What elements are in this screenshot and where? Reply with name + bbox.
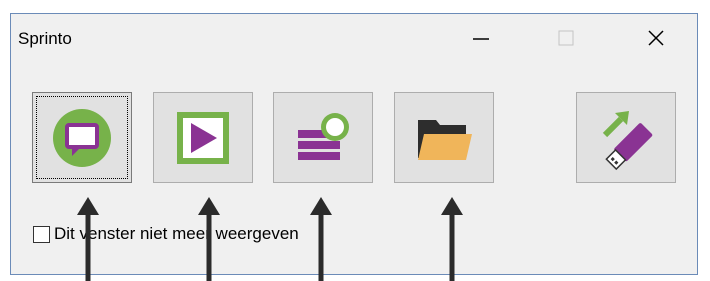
list-button[interactable] xyxy=(273,92,373,183)
annotation-arrow-1-icon xyxy=(77,197,99,281)
dont-show-checkbox[interactable] xyxy=(33,225,50,243)
annotation-arrow-3-icon xyxy=(310,197,332,281)
minimize-icon xyxy=(473,38,489,40)
usb-button[interactable] xyxy=(576,92,676,183)
title-bar[interactable]: Sprinto xyxy=(11,14,697,62)
maximize-icon xyxy=(558,30,574,46)
maximize-button[interactable] xyxy=(536,14,596,62)
minimize-button[interactable] xyxy=(451,14,511,62)
annotation-arrow-4-icon xyxy=(441,197,463,281)
open-folder-button[interactable] xyxy=(394,92,494,183)
close-button[interactable] xyxy=(626,14,686,62)
play-icon xyxy=(177,111,229,164)
speech-button[interactable] xyxy=(32,92,132,183)
list-circle-icon xyxy=(298,112,349,160)
usb-stick-icon xyxy=(602,110,653,170)
window-title: Sprinto xyxy=(18,29,72,48)
annotation-arrow-2-icon xyxy=(198,197,220,281)
play-button[interactable] xyxy=(153,92,253,183)
speech-bubble-icon xyxy=(53,108,111,167)
folder-icon xyxy=(418,119,472,160)
close-icon xyxy=(648,30,664,46)
sprinto-window: Sprinto Dit venster niet meer weergeven xyxy=(10,13,698,275)
